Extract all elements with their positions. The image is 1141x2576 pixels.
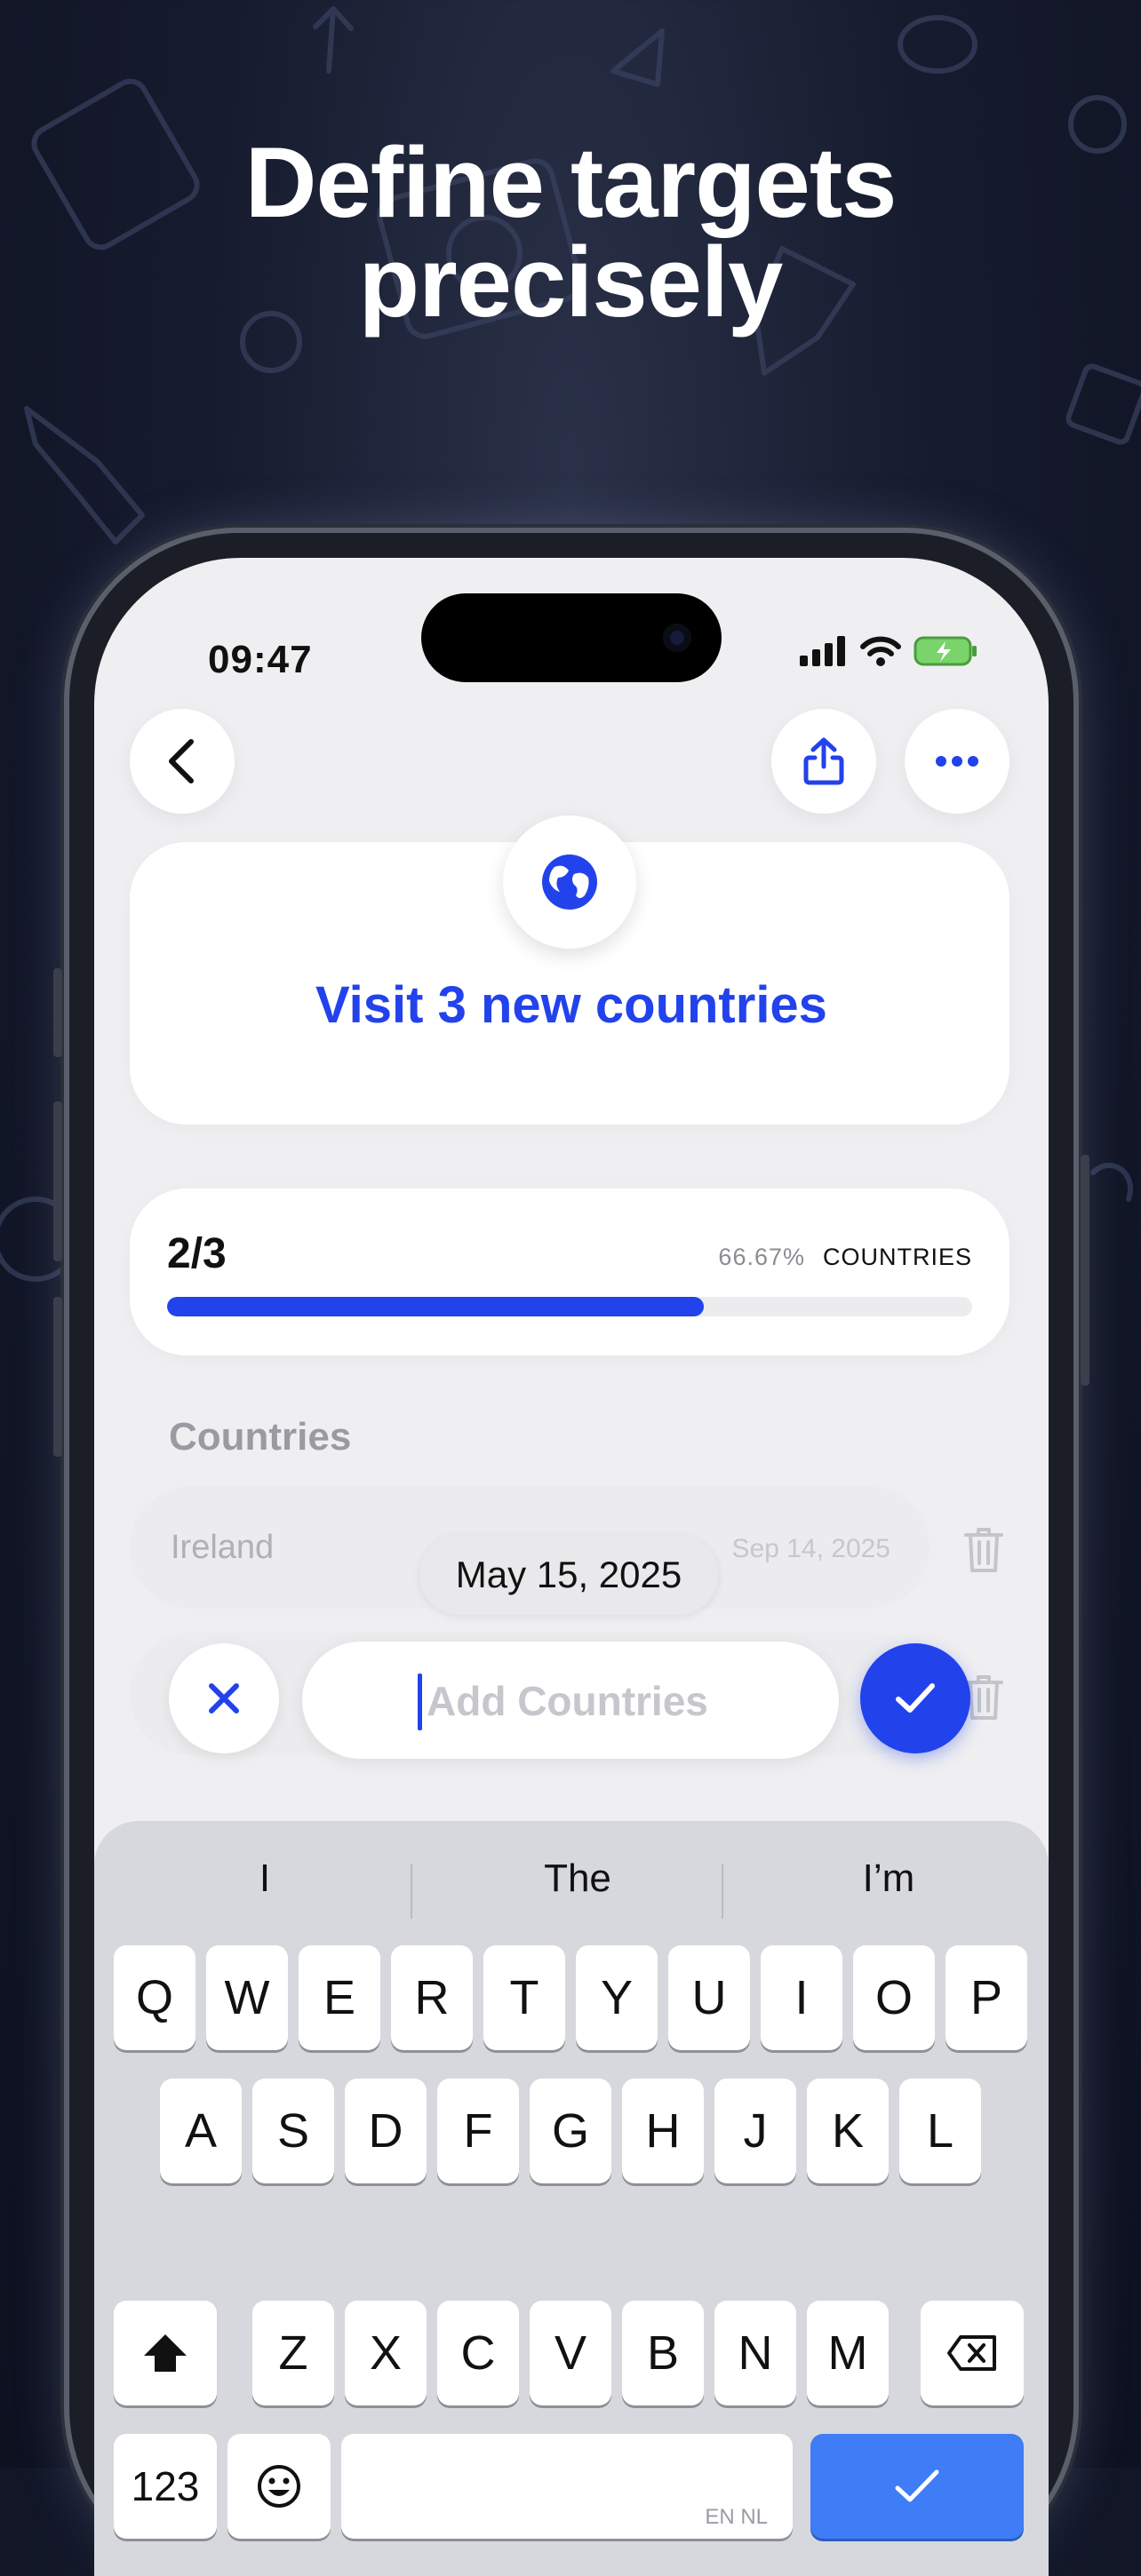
share-button[interactable] [771,709,876,814]
keyboard-suggestions: I The I’m [94,1839,1049,1928]
shift-key[interactable] [114,2301,217,2405]
progress-percent: 66.67% [718,1244,805,1270]
app-screen: 09:47 Visit 3 new countries 2/3 66.67% C… [94,558,1049,2576]
confirm-button[interactable] [860,1643,970,1753]
backspace-icon [947,2335,996,2371]
checkmark-icon [896,1683,935,1713]
key-g[interactable]: G [530,2079,611,2183]
key-s[interactable]: S [252,2079,334,2183]
country-date: Sep 14, 2025 [731,1534,891,1563]
key-u[interactable]: U [668,1945,750,2050]
numbers-key[interactable]: 123 [114,2434,217,2539]
key-o[interactable]: O [853,1945,935,2050]
key-l[interactable]: L [899,2079,981,2183]
dynamic-island [421,593,722,682]
trash-icon[interactable] [962,1526,1005,1574]
key-w[interactable]: W [206,1945,288,2050]
key-k[interactable]: K [807,2079,889,2183]
key-z[interactable]: Z [252,2301,334,2405]
goal-title: Visit 3 new countries [315,976,827,1034]
suggestion-item[interactable]: I’m [755,1856,1022,1901]
key-q[interactable]: Q [114,1945,195,2050]
phone-frame: 09:47 Visit 3 new countries 2/3 66.67% C… [53,533,1089,2576]
key-i[interactable]: I [761,1945,842,2050]
back-button[interactable] [130,709,235,814]
key-f[interactable]: F [437,2079,519,2183]
suggestion-divider [722,1864,723,1919]
phone-volume-up [53,1101,62,1261]
share-icon [803,737,844,785]
wifi-icon [860,636,901,666]
key-r[interactable]: R [391,1945,473,2050]
key-h[interactable]: H [622,2079,704,2183]
key-t[interactable]: T [483,1945,565,2050]
battery-icon [914,636,977,666]
key-d[interactable]: D [345,2079,427,2183]
key-x[interactable]: X [345,2301,427,2405]
status-bar: 09:47 [94,558,1049,709]
add-countries-input[interactable] [425,1668,802,1734]
phone-volume-down [53,1297,62,1457]
key-m[interactable]: M [807,2301,889,2405]
status-icons [800,636,977,666]
progress-unit: COUNTRIES [822,1244,972,1270]
key-y[interactable]: Y [576,1945,658,2050]
backspace-key[interactable] [921,2301,1024,2405]
suggestion-item[interactable]: I [132,1856,398,1901]
key-v[interactable]: V [530,2301,611,2405]
headline-line-1: Define targets [244,127,898,238]
return-key[interactable] [810,2434,1024,2539]
more-dots-icon [936,756,978,767]
progress-bar-fill [167,1297,705,1316]
key-n[interactable]: N [714,2301,796,2405]
status-time: 09:47 [208,638,313,681]
keyboard: I The I’m 123 EN NL Q W E R T Y U I O P … [94,1821,1049,2576]
headline-line-2: precisely [358,227,784,338]
add-countries-field[interactable] [302,1642,839,1759]
space-key[interactable]: EN NL [341,2434,793,2539]
phone-power-button [1081,1155,1089,1386]
key-b[interactable]: B [622,2301,704,2405]
checkmark-icon [895,2469,939,2502]
key-a[interactable]: A [160,2079,242,2183]
key-p[interactable]: P [946,1945,1027,2050]
goal-icon-badge [503,815,636,949]
countries-section-title: Countries [169,1415,352,1459]
emoji-key[interactable] [227,2434,331,2539]
progress-fraction: 2/3 [167,1230,227,1277]
camera-icon [663,624,691,652]
suggestion-item[interactable]: The [444,1856,711,1901]
country-name: Ireland [171,1529,275,1566]
key-e[interactable]: E [299,1945,380,2050]
language-indicator: EN NL [705,2505,768,2529]
progress-card: 2/3 66.67% COUNTRIES [130,1189,1009,1356]
phone-action-button [53,968,62,1057]
globe-icon [542,855,597,910]
signal-icon [800,636,845,666]
chevron-left-icon [169,739,194,783]
close-icon [209,1683,239,1713]
emoji-icon [258,2465,300,2508]
more-button[interactable] [905,709,1009,814]
progress-bar [167,1297,972,1316]
key-j[interactable]: J [714,2079,796,2183]
headline: Define targets precisely [0,133,1141,332]
shift-icon [144,2334,187,2372]
date-picker-pill[interactable]: May 15, 2025 [419,1535,718,1615]
suggestion-divider [411,1864,412,1919]
cancel-button[interactable] [169,1643,279,1753]
key-c[interactable]: C [437,2301,519,2405]
text-cursor [418,1674,422,1730]
